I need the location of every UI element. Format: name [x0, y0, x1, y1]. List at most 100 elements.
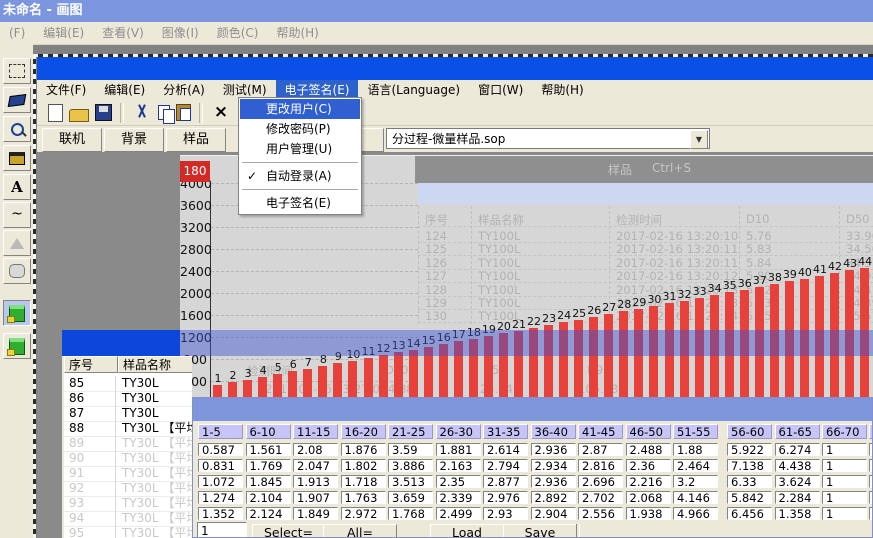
open-icon[interactable] [69, 109, 89, 122]
paint-menu-item[interactable]: 颜色(C) [208, 22, 268, 44]
load-button[interactable]: Load [430, 524, 504, 538]
sample-row[interactable]: 87TY30L [64, 406, 192, 422]
sample-row[interactable]: 88TY30L 【平均】 [64, 421, 192, 437]
left-window-title-bar[interactable] [62, 330, 180, 356]
app-menu-item[interactable]: 窗口(W) [469, 80, 532, 100]
app-menu-item[interactable]: 分析(A) [154, 80, 214, 100]
grid-cell: 2.216 [626, 475, 671, 488]
save-button[interactable]: Save [503, 524, 577, 538]
tool-polygon-button[interactable] [3, 230, 31, 256]
sample-row-name: TY30L 【平均】 [118, 511, 192, 526]
app-mode-row: 联机背景样品 分过程-微量样品.sop ▼ [37, 126, 873, 152]
grid-column-header: 6-10 [246, 424, 291, 439]
tool-brush-button[interactable] [3, 145, 31, 171]
sample-row-name: TY30L [118, 406, 192, 421]
app-title-bar[interactable] [37, 57, 873, 80]
grid-cell: 1.881 [436, 443, 481, 456]
sop-combobox[interactable]: 分过程-微量样品.sop ▼ [386, 128, 710, 149]
menu-separator [242, 162, 358, 163]
grid-cell: 6.274 [775, 443, 820, 456]
grid-cell: 2.464 [673, 459, 718, 472]
app-menu-item[interactable]: 语言(Language) [358, 80, 469, 100]
chevron-down-icon[interactable]: ▼ [690, 130, 708, 149]
grid-column-header: 21-25 [388, 424, 433, 439]
ghost-column-header: D50 [846, 212, 870, 226]
paint-menu-item[interactable]: (F) [0, 22, 34, 44]
menu-item[interactable]: ✓ 自动登录(A) [240, 166, 360, 186]
tool-curve-button[interactable]: ~ [3, 202, 31, 228]
count-input[interactable]: 1 [197, 522, 247, 538]
delete-icon[interactable]: × [211, 104, 231, 122]
save-icon[interactable] [95, 104, 112, 121]
select-button[interactable]: Select= [252, 524, 325, 538]
tool-rect-select-button[interactable] [3, 58, 31, 84]
sample-row-name: TY30L 【平均】 [118, 466, 192, 481]
sample-row[interactable]: 92TY30L 【平均】 [64, 481, 192, 497]
sample-row[interactable]: 93TY30L 【平均】 [64, 496, 192, 512]
paint-menu-item[interactable]: 图像(I) [153, 22, 208, 44]
app-menu-item[interactable]: 文件(F) [37, 80, 95, 100]
grid-cell: 0.831 [198, 459, 243, 472]
sample-row[interactable]: 95TY30L 【平均】 [64, 526, 192, 538]
menu-item[interactable]: 电子签名(E) [240, 193, 360, 213]
paint-menu-bar: (F)编辑(E)查看(V)图像(I)颜色(C)帮助(H) [0, 22, 873, 45]
selection-ants-left [33, 54, 36, 538]
cut-icon[interactable] [132, 104, 152, 122]
sample-row-index: 94 [64, 511, 116, 526]
app-menu-item[interactable]: 编辑(E) [95, 80, 154, 100]
mode-button[interactable]: 样品 [166, 128, 226, 152]
menu-item-label: 用户管理(U) [266, 142, 332, 156]
toolbar-separator [199, 103, 203, 123]
chart-bar [318, 366, 327, 397]
menu-item[interactable]: 更改用户(C) [240, 99, 360, 119]
new-icon[interactable] [48, 104, 63, 122]
grid-cell: 2.702 [578, 491, 623, 504]
mode-button[interactable]: 背景 [104, 128, 164, 152]
menu-item[interactable]: 用户管理(U) [240, 139, 360, 159]
grid-cell: 3.59 [388, 443, 433, 456]
tool-rounded-rect-button[interactable] [3, 258, 31, 284]
tool-fill-button[interactable] [3, 87, 31, 113]
paint-title-text: 未命名 - 画图 [3, 3, 82, 18]
signature-dropdown-menu: 更改用户(C)修改密码(P) 用户管理(U) ✓ 自动登录(A) 电子签名(E) [238, 97, 362, 215]
tool-cube-3d-button[interactable] [3, 300, 31, 326]
sample-row[interactable]: 91TY30L 【平均】 [64, 466, 192, 482]
chart-bar [273, 374, 282, 397]
sample-row[interactable]: 90TY30L 【平均】 [64, 451, 192, 467]
paint-menu-item[interactable]: 编辑(E) [34, 22, 93, 44]
menu-item-label: 电子签名(E) [266, 196, 331, 210]
paint-menu-item[interactable]: 查看(V) [93, 22, 153, 44]
chart-bar [243, 380, 252, 397]
paste-icon[interactable] [176, 104, 191, 121]
ghost-table-cell: 2017-02-16 13:20:11 [616, 242, 744, 256]
app-menu-item[interactable]: 帮助(H) [532, 80, 592, 100]
sample-row[interactable]: 86TY30L [64, 391, 192, 407]
menu-item-label: 自动登录(A) [266, 169, 332, 183]
grid-cell: 2.124 [246, 507, 291, 520]
tool-cube-3d-alt-button[interactable] [3, 333, 31, 359]
all-button[interactable]: All= [323, 524, 397, 538]
grid-cell: 4.146 [673, 491, 718, 504]
sample-row-index: 85 [64, 376, 116, 391]
rect-select-icon [9, 64, 25, 78]
sample-row[interactable]: 85TY30L [64, 376, 192, 392]
grid-cell-partial [869, 459, 873, 472]
sample-row[interactable]: 94TY30L 【平均】 [64, 511, 192, 527]
chart-bar [364, 358, 373, 397]
paint-menu-item[interactable]: 帮助(H) [267, 22, 327, 44]
copy-icon[interactable] [158, 105, 170, 120]
ghost-column-header: 样品名称 [478, 212, 524, 228]
menu-separator [242, 189, 358, 190]
checkmark-icon: ✓ [247, 166, 257, 186]
column-header-sample-name: 样品名称 [118, 356, 192, 373]
tool-magnifier-button[interactable] [3, 116, 31, 142]
menu-item[interactable]: 修改密码(P) [240, 119, 360, 139]
mode-button[interactable]: 联机 [42, 128, 102, 152]
chart-range-badge: 180 [180, 161, 210, 182]
tool-text-button[interactable]: A [3, 174, 31, 200]
sample-row[interactable]: 89TY30L 【平均】 [64, 436, 192, 452]
grid-cell: 4.438 [775, 459, 820, 472]
data-grid-title-bar[interactable] [193, 398, 872, 421]
cube-3d-alt-icon [9, 338, 25, 355]
grid-cell: 2.904 [531, 507, 576, 520]
